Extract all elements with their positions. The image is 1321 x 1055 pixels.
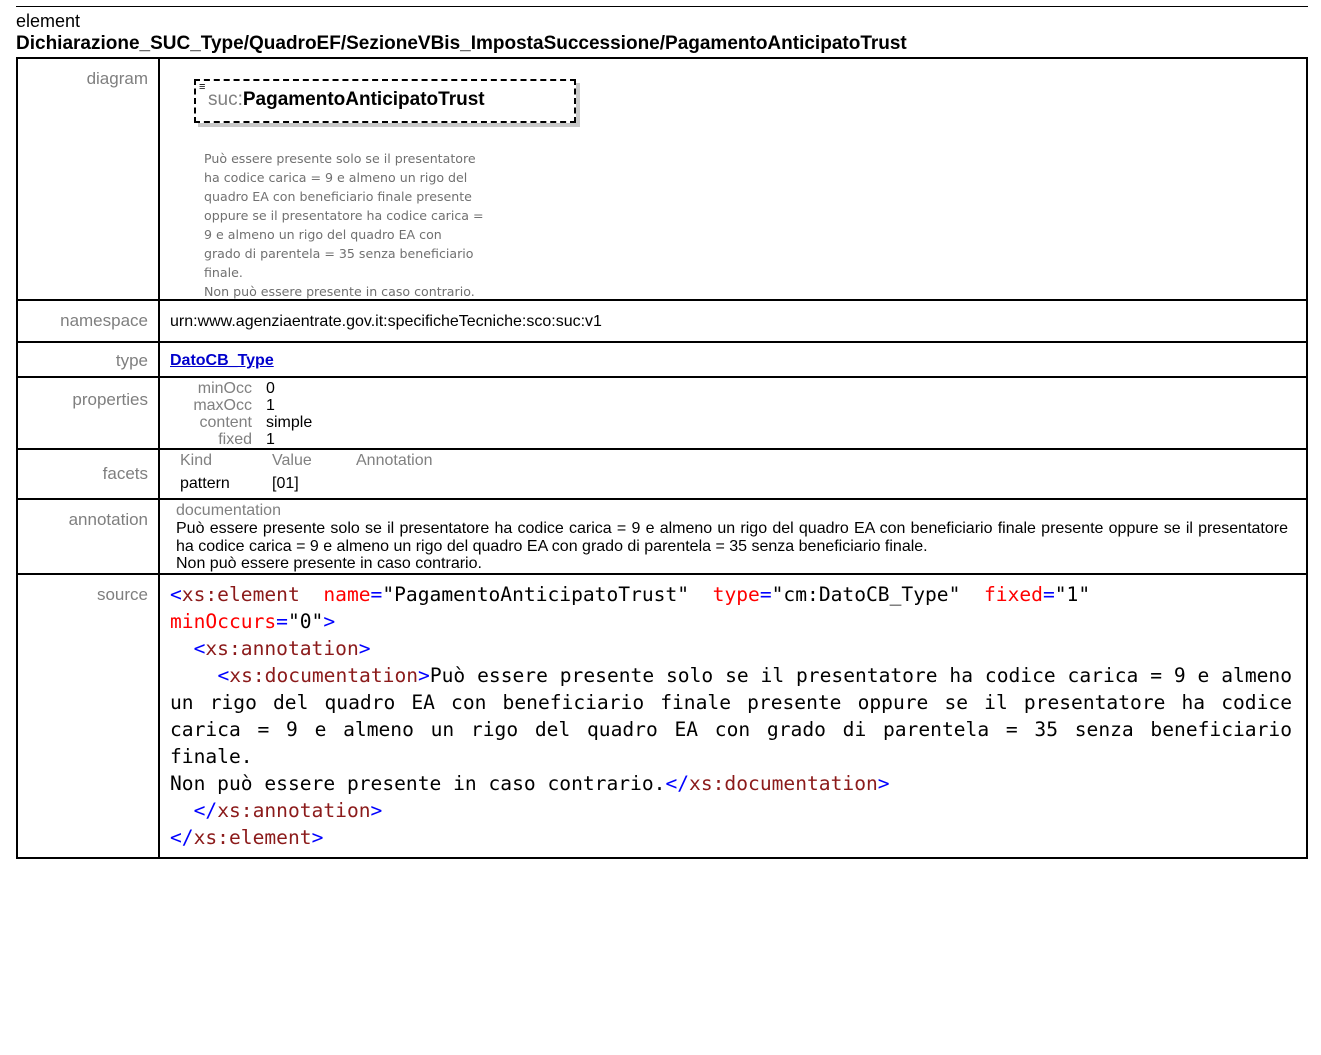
source-eq: = <box>759 582 772 606</box>
diagram-note-line: ha codice carica = 9 e almeno un rigo de… <box>204 170 468 185</box>
source-eq: = <box>1042 582 1055 606</box>
diagram-note-line: quadro EA con beneficiario finale presen… <box>204 189 472 204</box>
element-lines-icon: ≡ <box>199 81 206 93</box>
source-bracket: < <box>217 663 230 687</box>
source-bracket: </ <box>665 771 690 795</box>
property-value: 1 <box>266 431 275 448</box>
row-type: type DatoCB_Type <box>16 341 1308 378</box>
source-doc-text-2: Non può essere presente in caso contrari… <box>170 771 666 795</box>
source-attr-value: "1" <box>1054 582 1091 606</box>
source-bracket: > <box>418 663 430 687</box>
source-attr: fixed <box>983 582 1043 606</box>
source-attr-value: "cm:DatoCB_Type" <box>771 582 961 606</box>
element-details-table: diagram ≡ suc:PagamentoAnticipatoTrust P… <box>16 57 1308 859</box>
label-properties: properties <box>16 376 160 450</box>
documentation-body: Può essere presente solo se il presentat… <box>176 520 1288 555</box>
source-tag: xs:annotation <box>205 636 359 660</box>
source-bracket: > <box>311 825 324 849</box>
facet-value: [01] <box>272 475 299 492</box>
facet-kind: pattern <box>180 475 230 492</box>
facet-header: Value <box>272 452 312 469</box>
source-tag: xs:documentation <box>689 771 878 795</box>
source-bracket: < <box>170 582 182 606</box>
label-type: type <box>16 341 160 378</box>
source-attr-value: "0" <box>287 609 324 633</box>
source-bracket: < <box>193 636 206 660</box>
documentation-body-2: Non può essere presente in caso contrari… <box>176 555 482 572</box>
source-attr-value: "PagamentoAnticipatoTrust" <box>382 582 690 606</box>
annotation-cell: documentation Può essere presente solo s… <box>158 498 1308 575</box>
row-source: source <xs:element name="PagamentoAntici… <box>16 572 1308 859</box>
source-tag: xs:documentation <box>229 663 419 687</box>
row-diagram: diagram ≡ suc:PagamentoAnticipatoTrust P… <box>16 57 1308 301</box>
diagram-element-box[interactable]: ≡ suc:PagamentoAnticipatoTrust <box>194 79 576 123</box>
source-attr: name <box>323 582 371 606</box>
namespace-value: urn:www.agenziaentrate.gov.it:specifiche… <box>170 313 602 330</box>
facet-header: Kind <box>180 452 213 469</box>
label-source: source <box>16 572 160 859</box>
property-value: 0 <box>266 380 275 397</box>
facet-header: Annotation <box>356 452 433 469</box>
documentation-text: Può essere presente solo se il presentat… <box>160 520 1306 573</box>
documentation-heading: documentation <box>176 502 281 519</box>
source-bracket: > <box>323 609 336 633</box>
source-attr: type <box>712 582 760 606</box>
diagram-local-name: PagamentoAnticipatoTrust <box>242 89 485 110</box>
property-key: minOcc <box>197 380 252 397</box>
source-eq: = <box>370 582 383 606</box>
source-code: <xs:element name="PagamentoAnticipatoTru… <box>160 575 1306 857</box>
diagram: ≡ suc:PagamentoAnticipatoTrust Può esser… <box>170 59 1306 299</box>
diagram-note-line: oppure se il presentatore ha codice cari… <box>204 208 484 223</box>
diagram-note-line: Non può essere presente in caso contrari… <box>204 284 475 299</box>
facets-table: Kind Value Annotation pattern [01] <box>160 450 1306 498</box>
source-bracket: </ <box>170 825 194 849</box>
namespace-cell: urn:www.agenziaentrate.gov.it:specifiche… <box>158 299 1308 343</box>
type-cell: DatoCB_Type <box>158 341 1308 378</box>
row-properties: properties minOcc 0 maxOcc 1 content simple… <box>16 376 1308 450</box>
source-attr: minOccurs <box>170 609 277 633</box>
row-annotation: annotation documentation Può essere pres… <box>16 498 1308 575</box>
header-path: Dichiarazione_SUC_Type/QuadroEF/SezioneV… <box>16 33 907 54</box>
diagram-note-line: finale. <box>204 265 243 280</box>
diagram-annotation: Può essere presente solo se il presentat… <box>204 149 574 301</box>
source-bracket: > <box>370 798 383 822</box>
source-tag: xs:annotation <box>217 798 371 822</box>
properties-cell: minOcc 0 maxOcc 1 content simple fixed 1 <box>158 376 1308 450</box>
property-value: simple <box>266 414 313 431</box>
diagram-note-line: grado di parentela = 35 senza beneficiar… <box>204 246 474 261</box>
source-cell: <xs:element name="PagamentoAnticipatoTru… <box>158 572 1308 859</box>
row-namespace: namespace urn:www.agenziaentrate.gov.it:… <box>16 299 1308 343</box>
source-bracket: > <box>358 636 371 660</box>
properties-list: minOcc 0 maxOcc 1 content simple fixed 1 <box>170 378 1306 448</box>
source-eq: = <box>276 609 288 633</box>
label-diagram: diagram <box>16 57 160 301</box>
diagram-cell: ≡ suc:PagamentoAnticipatoTrust Può esser… <box>158 57 1308 301</box>
source-tag: xs:element <box>181 582 300 606</box>
diagram-note-line: 9 e almeno un rigo del quadro EA con <box>204 227 442 242</box>
row-facets: facets Kind Value Annotation pattern [01… <box>16 448 1308 500</box>
source-bracket: </ <box>193 798 218 822</box>
property-key: content <box>199 414 252 431</box>
source-tag: xs:element <box>193 825 312 849</box>
label-annotation: annotation <box>16 498 160 575</box>
label-namespace: namespace <box>16 299 160 343</box>
facets-cell: Kind Value Annotation pattern [01] <box>158 448 1308 500</box>
diagram-prefix: suc: <box>208 89 243 110</box>
type-link[interactable]: DatoCB_Type <box>170 352 274 369</box>
diagram-element-name: suc:PagamentoAnticipatoTrust <box>208 88 485 112</box>
property-value: 1 <box>266 397 275 414</box>
property-key: fixed <box>218 431 252 448</box>
facet-annotation <box>356 475 1306 498</box>
source-bracket: > <box>877 771 890 795</box>
documentation-page: element Dichiarazione_SUC_Type/QuadroEF/… <box>16 0 1308 859</box>
label-facets: facets <box>16 448 160 500</box>
header-kind: element <box>16 11 81 31</box>
diagram-note-line: Può essere presente solo se il presentat… <box>204 151 476 166</box>
property-key: maxOcc <box>193 397 252 414</box>
